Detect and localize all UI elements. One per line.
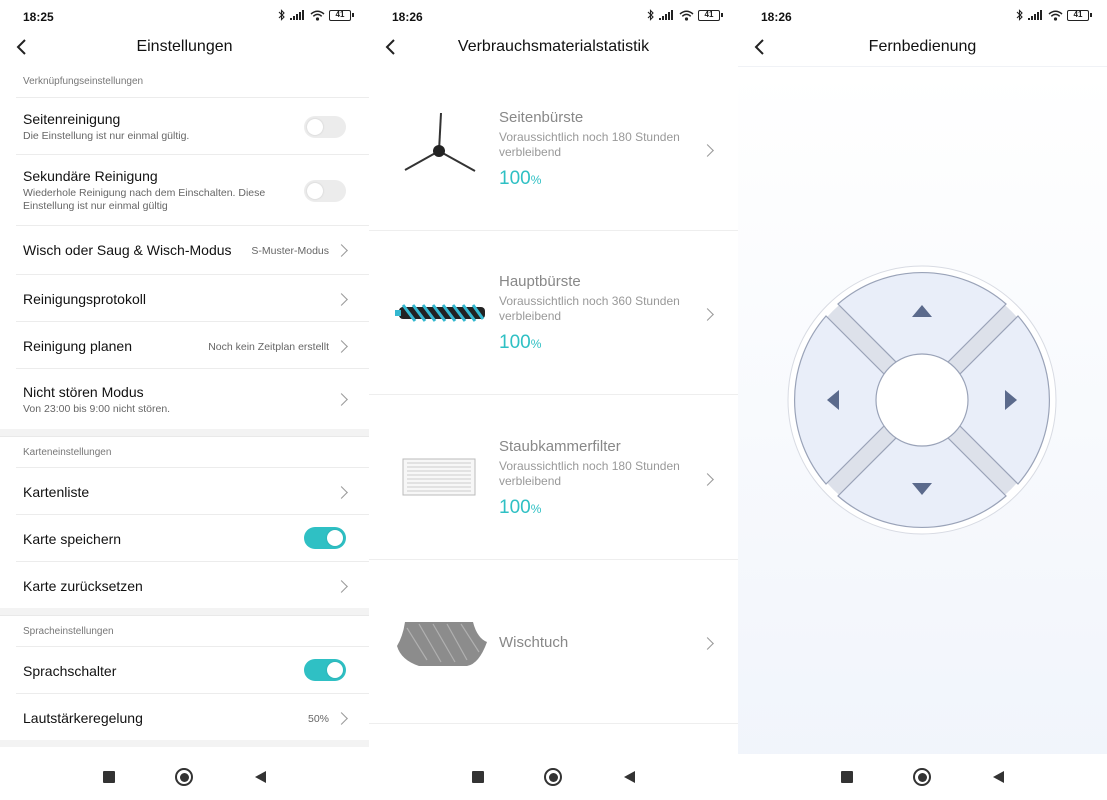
mop-cloth-image (397, 622, 487, 666)
consumable-hauptbuerste[interactable]: Hauptbürste Voraussichtlich noch 360 Stu… (369, 231, 738, 395)
consumable-seitenbuerste[interactable]: Seitenbürste Voraussichtlich noch 180 St… (369, 67, 738, 231)
seitenreinigung-toggle[interactable] (304, 116, 346, 138)
home-icon[interactable] (175, 768, 193, 786)
consumable-name: Staubkammerfilter (499, 438, 621, 455)
row-karte-zuruecksetzen[interactable]: Karte zurücksetzen (16, 561, 369, 608)
percent-unit: % (530, 502, 542, 516)
consumable-remaining: Voraussichtlich noch 180 Stunden verblei… (499, 130, 680, 159)
row-lautstaerke[interactable]: Lautstärkeregelung 50% (16, 693, 369, 740)
section-divider (0, 740, 369, 747)
header: Einstellungen (0, 30, 369, 66)
row-seitenreinigung: Seitenreinigung Die Einstellung ist nur … (16, 97, 369, 154)
back-icon[interactable] (624, 771, 635, 783)
header: Fernbedienung (738, 30, 1107, 67)
wifi-icon (1048, 10, 1063, 21)
row-value: S-Muster-Modus (251, 245, 329, 257)
consumable-staubkammerfilter[interactable]: Staubkammerfilter Voraussichtlich noch 1… (369, 396, 738, 560)
wifi-icon (310, 10, 325, 21)
wifi-icon (679, 10, 694, 21)
row-reinigung-planen[interactable]: Reinigung planen Noch kein Zeitplan erst… (16, 321, 369, 368)
signal-icon (290, 10, 304, 20)
signal-icon (1028, 10, 1042, 20)
system-nav-bar (0, 754, 369, 800)
bluetooth-icon (278, 9, 285, 21)
direction-pad (787, 265, 1057, 535)
row-label: Karte zurücksetzen (23, 578, 143, 594)
chevron-right-icon (701, 308, 714, 321)
battery-icon: 41 (1067, 9, 1092, 21)
system-nav-bar (369, 754, 738, 800)
home-icon[interactable] (913, 768, 931, 786)
status-bar: 18:26 41 (369, 0, 738, 32)
bluetooth-icon (1016, 9, 1023, 21)
section-divider (0, 608, 369, 615)
row-sekundaere-reinigung: Sekundäre Reinigung Wiederhole Reinigung… (16, 154, 369, 225)
percent-unit: % (530, 337, 542, 351)
recents-icon[interactable] (841, 771, 853, 783)
percent-value: 100 (499, 168, 531, 189)
back-icon[interactable] (993, 771, 1004, 783)
chevron-right-icon (701, 144, 714, 157)
settings-list: Verknüpfungseinstellungen Seitenreinigun… (0, 66, 369, 747)
row-reinigungsprotokoll[interactable]: Reinigungsprotokoll (16, 274, 369, 321)
battery-icon: 41 (329, 9, 354, 21)
row-karte-speichern: Karte speichern (16, 514, 369, 561)
row-value: 50% (307, 713, 329, 725)
section-header: Spracheinstellungen (0, 615, 369, 646)
status-bar: 18:25 41 (0, 0, 369, 32)
recents-icon[interactable] (472, 771, 484, 783)
main-brush-image (395, 304, 485, 322)
consumable-percent: 100% (499, 332, 541, 354)
consumable-name: Wischtuch (499, 634, 569, 651)
center-button[interactable] (875, 353, 969, 447)
settings-screen: 18:25 41 Einstellungen Verknüpfungseinst… (0, 0, 369, 800)
consumable-name: Seitenbürste (499, 109, 584, 126)
consumables-screen: 18:26 41 Verbrauchsmaterialstatistik Sei… (369, 0, 738, 800)
remote-control-screen: 18:26 41 Fernbedienung (738, 0, 1107, 800)
recents-icon[interactable] (103, 771, 115, 783)
row-kartenliste[interactable]: Kartenliste (16, 467, 369, 514)
home-icon[interactable] (544, 768, 562, 786)
sprachschalter-toggle[interactable] (304, 659, 346, 681)
row-sprachschalter: Sprachschalter (16, 646, 369, 693)
status-time: 18:26 (761, 10, 792, 24)
side-brush-image (404, 112, 476, 172)
page-title: Fernbedienung (868, 38, 977, 55)
signal-icon (659, 10, 673, 20)
row-sub: Von 23:00 bis 9:00 nicht stören. (23, 403, 171, 415)
status-time: 18:26 (392, 10, 423, 24)
sekundaere-reinigung-toggle[interactable] (304, 180, 346, 202)
row-value: Noch kein Zeitplan erstellt (208, 341, 329, 353)
chevron-right-icon (701, 637, 714, 650)
status-time: 18:25 (23, 10, 54, 24)
consumable-percent: 100% (499, 497, 541, 519)
header: Verbrauchsmaterialstatistik (369, 30, 738, 66)
row-wisch-modus[interactable]: Wisch oder Saug & Wisch-Modus S-Muster-M… (16, 225, 369, 274)
section-divider (0, 429, 369, 436)
status-bar: 18:26 41 (738, 0, 1107, 32)
row-label: Nicht stören Modus (23, 384, 144, 400)
system-nav-bar (738, 754, 1107, 800)
consumable-remaining: Voraussichtlich noch 360 Stunden verblei… (499, 294, 680, 323)
row-nicht-stoeren[interactable]: Nicht stören Modus Von 23:00 bis 9:00 ni… (16, 368, 369, 429)
percent-value: 100 (499, 332, 531, 353)
consumable-name: Hauptbürste (499, 273, 581, 290)
row-label: Reinigungsprotokoll (23, 291, 146, 307)
consumable-percent: 100% (499, 168, 541, 190)
consumable-wischtuch[interactable]: Wischtuch (369, 560, 738, 724)
back-icon[interactable] (255, 771, 266, 783)
karte-speichern-toggle[interactable] (304, 527, 346, 549)
row-label: Kartenliste (23, 484, 90, 500)
consumable-remaining: Voraussichtlich noch 180 Stunden verblei… (499, 459, 680, 488)
percent-unit: % (530, 173, 542, 187)
section-header: Verknüpfungseinstellungen (23, 76, 144, 87)
section-header: Karteneinstellungen (0, 436, 369, 467)
battery-icon: 41 (698, 9, 723, 21)
page-title: Verbrauchsmaterialstatistik (457, 38, 650, 55)
filter-image (402, 458, 476, 496)
percent-value: 100 (499, 497, 531, 518)
bluetooth-icon (647, 9, 654, 21)
page-title: Einstellungen (136, 38, 233, 55)
chevron-right-icon (701, 473, 714, 486)
